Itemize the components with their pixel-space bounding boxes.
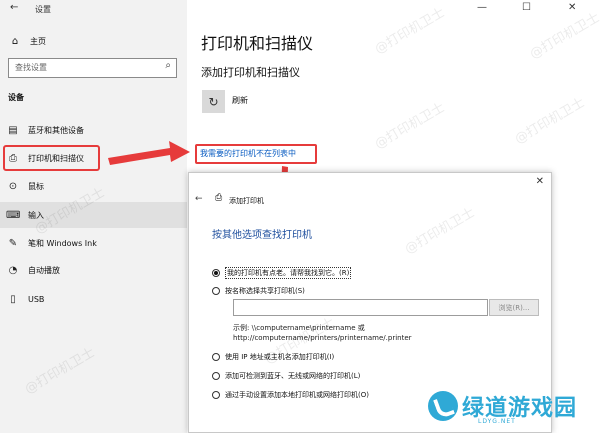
sidebar-item-label: 鼠标 [28,181,44,191]
maximize-icon[interactable]: ☐ [522,2,531,13]
option-old-printer[interactable]: 我的打印机有点老。请帮我找到它。(R) [212,267,352,279]
radio-selected-icon[interactable] [212,269,220,277]
option-label: 添加可检测到蓝牙、无线或网络的打印机(L) [225,372,361,380]
autoplay-icon: ◔ [8,264,18,276]
refresh-icon: ↻ [208,94,219,109]
option-label: 我的打印机有点老。请帮我找到它。(R) [225,267,352,279]
option-label: 通过手动设置添加本地打印机或网络打印机(O) [225,391,369,399]
watermark: @打印机卫士 [372,100,448,153]
settings-sidebar: ← 设置 ⌂ 主页 查找设置 ⌕ 设备 ▤ 蓝牙和其他设备 ⎙ 打印机和扫描仪 … [0,0,187,433]
dialog-printer-icon: ⎙ [215,193,223,203]
dialog-close-icon[interactable]: ✕ [536,176,544,187]
mouse-icon: ⊙ [8,180,18,192]
refresh-button[interactable]: ↻ [202,90,225,113]
close-icon[interactable]: ✕ [568,2,576,13]
option-manual[interactable]: 通过手动设置添加本地打印机或网络打印机(O) [212,390,369,400]
watermark: @打印机卫士 [527,10,600,63]
sidebar-item-label: 笔和 Windows Ink [28,238,97,248]
sidebar-item-pen[interactable]: ✎ 笔和 Windows Ink [0,230,187,256]
shared-printer-name-field[interactable] [233,299,488,316]
option-shared-printer[interactable]: 按名称选择共享打印机(S) [212,286,305,296]
home-label: 主页 [30,36,46,46]
bluetooth-devices-icon: ▤ [8,124,18,136]
sidebar-item-autoplay[interactable]: ◔ 自动播放 [0,257,187,283]
radio-icon[interactable] [212,287,220,295]
sidebar-item-label: USB [28,294,45,304]
annotation-box-printers [3,145,100,171]
section-label: 设备 [8,93,24,102]
sidebar-item-label: 蓝牙和其他设备 [28,125,84,135]
keyboard-icon: ⌨ [6,209,21,221]
option-wireless[interactable]: 添加可检测到蓝牙、无线或网络的打印机(L) [212,371,360,381]
logo-subtext: LDYG.NET [478,418,516,425]
radio-icon[interactable] [212,391,220,399]
page-title: 打印机和扫描仪 [201,34,314,53]
dialog-back-icon[interactable]: ← [195,194,203,204]
dialog-heading: 按其他选项查找打印机 [212,230,312,241]
refresh-label: 刷新 [232,96,248,105]
search-icon[interactable]: ⌕ [165,61,171,71]
watermark: @打印机卫士 [512,95,588,148]
minimize-icon[interactable]: — [477,2,487,13]
search-placeholder: 查找设置 [15,63,47,72]
option-label: 按名称选择共享打印机(S) [225,287,305,295]
watermark: @打印机卫士 [372,5,448,58]
sidebar-home[interactable]: ⌂ 主页 [8,33,46,49]
dialog-title: 添加打印机 [229,197,264,205]
usb-icon: ▯ [10,293,16,305]
sidebar-item-usb[interactable]: ▯ USB [0,286,187,312]
home-icon: ⌂ [11,35,19,47]
sidebar-item-bluetooth[interactable]: ▤ 蓝牙和其他设备 [0,117,187,143]
browse-button[interactable]: 浏览(R)... [489,299,539,316]
back-arrow-icon[interactable]: ← [10,2,18,13]
logo-mark-icon [428,391,458,421]
radio-icon[interactable] [212,372,220,380]
radio-icon[interactable] [212,353,220,361]
search-input[interactable]: 查找设置 ⌕ [8,58,177,78]
add-printer-heading: 添加打印机和扫描仪 [201,66,300,79]
app-title: 设置 [35,5,51,14]
pen-icon: ✎ [8,237,18,249]
annotation-box-link [195,144,317,164]
sidebar-item-label: 自动播放 [28,265,60,275]
